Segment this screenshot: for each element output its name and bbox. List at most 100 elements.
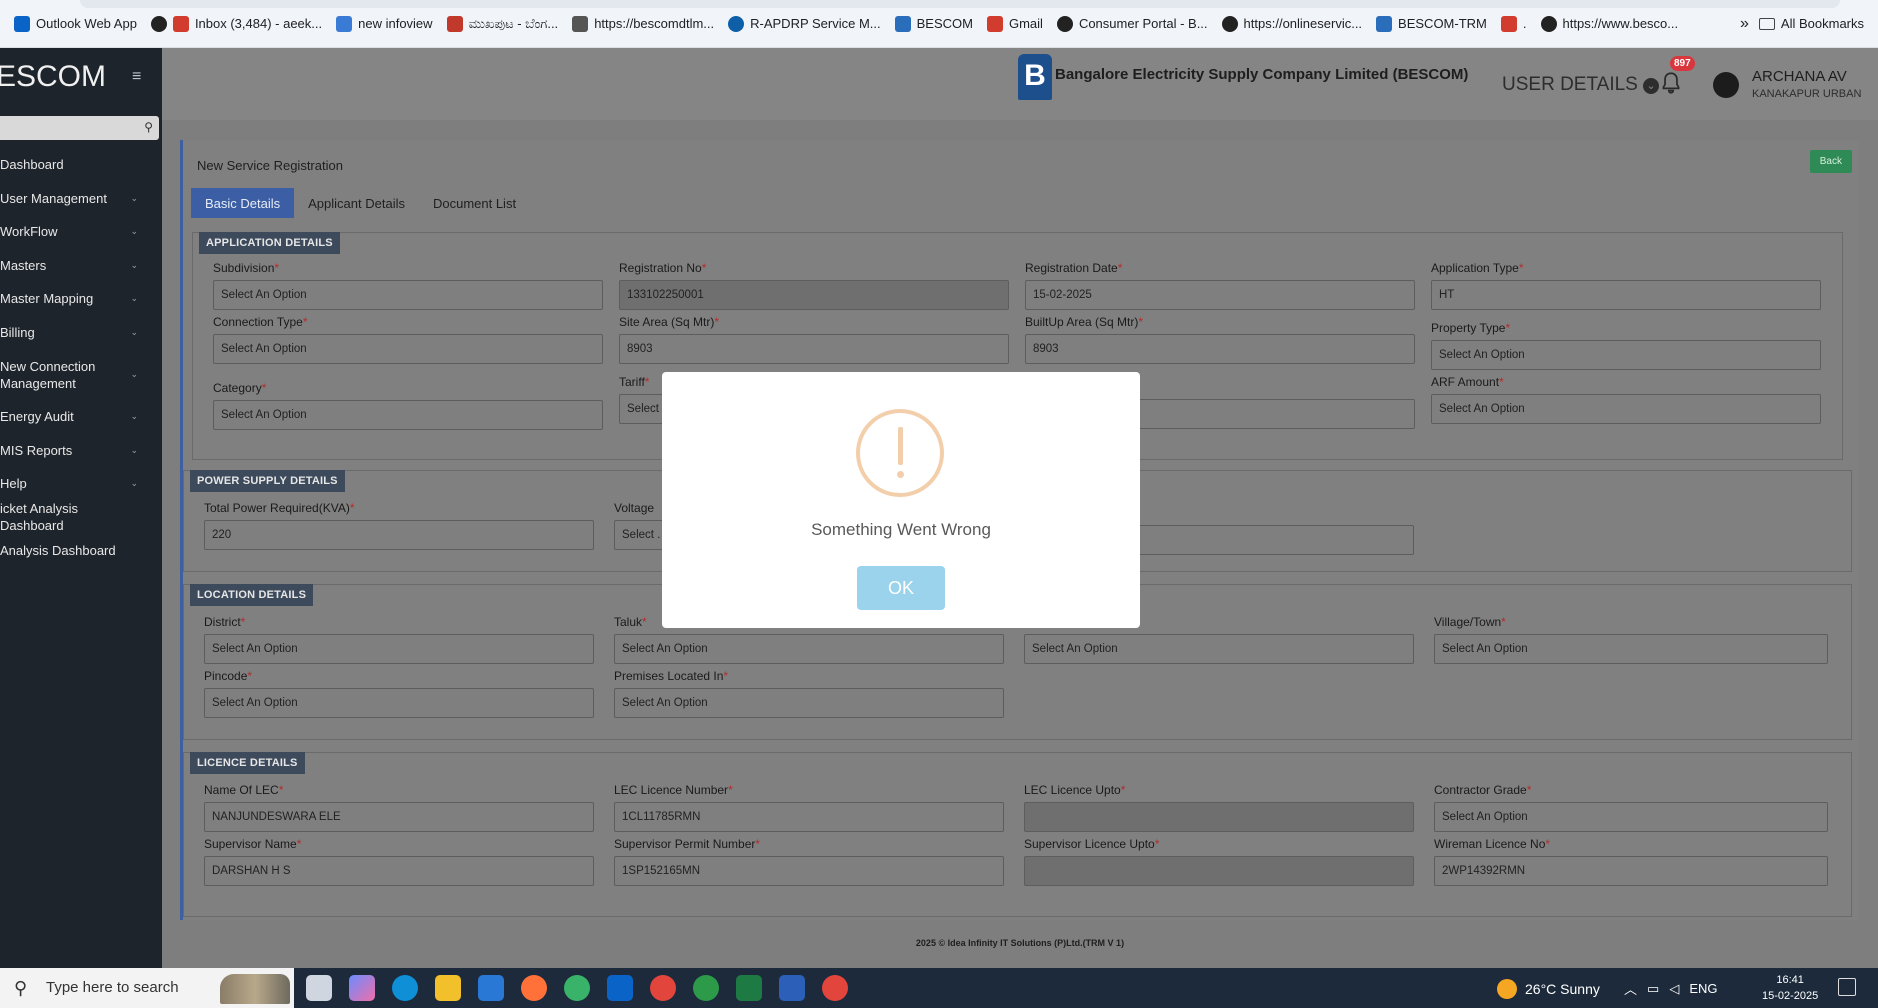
sidebar-item-analysis-dashboard[interactable]: Analysis Dashboard [0, 534, 162, 568]
taskbar-search[interactable]: ⚲ Type here to search [0, 968, 294, 1008]
chevron-down-icon: ⌄ [130, 444, 138, 455]
search-icon[interactable]: ⚲ [144, 120, 153, 134]
chrome-profile-icon[interactable] [693, 975, 719, 1001]
bookmark-bescom[interactable]: BESCOM [894, 15, 973, 32]
firefox-icon[interactable] [521, 975, 547, 1001]
gmail-icon [1500, 15, 1517, 32]
sidebar-item-master-mapping[interactable]: Master Mapping ⌄ [0, 282, 162, 316]
word-icon[interactable] [779, 975, 805, 1001]
district-select[interactable]: Select An Option [204, 634, 594, 664]
weather-widget[interactable]: 26°C Sunny [1497, 979, 1600, 999]
gmail-icon [986, 15, 1003, 32]
bookmark-bescom-trm[interactable]: BESCOM-TRM [1376, 15, 1487, 32]
bookmark-bescom-www[interactable]: https://www.besco... [1540, 15, 1678, 32]
bookmark-consumer-portal[interactable]: Consumer Portal - B... [1056, 15, 1208, 32]
sidebar: ESCOM ≡ ⚲ Dashboard User Management ⌄ Wor… [0, 48, 162, 968]
chevron-circle-icon: ⌄ [1643, 78, 1660, 94]
arf-amount-select[interactable]: Select An Option [1431, 394, 1821, 424]
tab-basic-details[interactable]: Basic Details [191, 188, 295, 218]
field-label: District [204, 615, 241, 629]
wireman-licence-input[interactable]: 2WP14392RMN [1434, 856, 1828, 886]
bookmark-onlineservices[interactable]: https://onlineservic... [1221, 15, 1362, 32]
bell-icon[interactable] [1658, 70, 1684, 96]
property-type-select[interactable]: Select An Option [1431, 340, 1821, 370]
subdivision-select[interactable]: Select An Option [213, 280, 603, 310]
bookmark-gmail[interactable]: Gmail [986, 15, 1043, 32]
outlook-icon[interactable] [607, 975, 633, 1001]
builtup-area-input[interactable]: 8903 [1025, 334, 1415, 364]
copilot-icon[interactable] [349, 975, 375, 1001]
field-label: Registration No [619, 261, 702, 275]
user-details-dropdown[interactable]: USER DETAILS ⌄ [1502, 74, 1660, 96]
sidebar-item-new-connection[interactable]: New Connection Management ⌄ [0, 349, 162, 400]
folder-icon [1758, 17, 1775, 30]
registration-date-field: Registration Date* 15-02-2025 [1025, 261, 1415, 310]
contractor-grade-select[interactable]: Select An Option [1434, 802, 1828, 832]
task-view-icon[interactable] [306, 975, 332, 1001]
ok-button[interactable]: OK [857, 566, 945, 610]
lec-name-input[interactable]: NANJUNDESWARA ELE [204, 802, 594, 832]
site-area-input[interactable]: 8903 [619, 334, 1009, 364]
section-label: LICENCE DETAILS [190, 752, 305, 774]
more-bookmarks-button[interactable]: » [1740, 15, 1749, 33]
supervisor-permit-input[interactable]: 1SP152165MN [614, 856, 1004, 886]
village-select[interactable]: Select An Option [1434, 634, 1828, 664]
bookmark-bescomdtlm[interactable]: https://bescomdtlm... [572, 15, 714, 32]
edge-icon[interactable] [392, 975, 418, 1001]
sidebar-item-label: Energy Audit [0, 409, 74, 425]
sidebar-item-masters[interactable]: Masters ⌄ [0, 249, 162, 283]
sidebar-item-user-management[interactable]: User Management ⌄ [0, 182, 162, 216]
sidebar-item-ticket-analysis[interactable]: icket Analysis Dashboard [0, 501, 162, 535]
chevron-up-icon[interactable]: ︿ [1624, 979, 1637, 998]
field-label: Total Power Required(KVA) [204, 501, 350, 515]
chrome-active-icon[interactable] [822, 975, 848, 1001]
tab-applicant-details[interactable]: Applicant Details [294, 188, 419, 218]
field-label: Contractor Grade [1434, 783, 1527, 797]
file-explorer-icon[interactable] [435, 975, 461, 1001]
premises-select[interactable]: Select An Option [614, 688, 1004, 718]
address-bar-edge [80, 0, 1840, 8]
network-icon[interactable]: ▭ [1647, 981, 1659, 997]
avatar[interactable] [1713, 72, 1739, 98]
registration-date-input[interactable]: 15-02-2025 [1025, 280, 1415, 310]
clock[interactable]: 16:41 15-02-2025 [1762, 972, 1818, 1004]
bookmark-inbox[interactable]: Inbox (3,484) - aeek... [150, 15, 322, 32]
application-type-select[interactable]: HT [1431, 280, 1821, 310]
pincode-select[interactable]: Select An Option [204, 688, 594, 718]
globe-icon[interactable] [564, 975, 590, 1001]
bookmark-mukhaputa[interactable]: ಮುಖಪುಟ - ಬೆಂಗ... [446, 15, 558, 32]
bookmark-gmail-2[interactable]: . [1500, 15, 1527, 32]
back-button[interactable]: Back [1809, 150, 1852, 173]
field-label: Supervisor Licence Upto [1024, 837, 1155, 851]
bookmark-infoview[interactable]: new infoview [336, 15, 433, 32]
location-select-3[interactable]: Select An Option [1024, 634, 1414, 664]
sidebar-item-mis-reports[interactable]: MIS Reports ⌄ [0, 434, 162, 468]
sidebar-search-input[interactable]: ⚲ [0, 116, 159, 140]
bookmark-rapdrp[interactable]: R-APDRP Service M... [728, 15, 881, 32]
total-power-input[interactable]: 220 [204, 520, 594, 550]
sidebar-item-energy-audit[interactable]: Energy Audit ⌄ [0, 400, 162, 434]
connection-type-select[interactable]: Select An Option [213, 334, 603, 364]
bookmark-outlook[interactable]: Outlook Web App [14, 15, 137, 32]
supervisor-name-input[interactable]: DARSHAN H S [204, 856, 594, 886]
store-icon[interactable] [478, 975, 504, 1001]
language-indicator[interactable]: ENG [1689, 981, 1717, 996]
taluk-select[interactable]: Select An Option [614, 634, 1004, 664]
sidebar-item-label: WorkFlow [0, 224, 58, 240]
category-select[interactable]: Select An Option [213, 400, 603, 430]
field-label: Site Area (Sq Mtr) [619, 315, 715, 329]
sidebar-item-help[interactable]: Help ⌄ [0, 467, 162, 501]
notification-center-icon[interactable] [1838, 978, 1856, 996]
sidebar-item-workflow[interactable]: WorkFlow ⌄ [0, 215, 162, 249]
hamburger-menu-icon[interactable]: ≡ [132, 68, 141, 86]
sidebar-item-dashboard[interactable]: Dashboard [0, 148, 162, 182]
excel-icon[interactable] [736, 975, 762, 1001]
site-area-field: Site Area (Sq Mtr)* 8903 [619, 315, 1009, 364]
weather-text: 26°C Sunny [1525, 981, 1600, 997]
sidebar-item-billing[interactable]: Billing ⌄ [0, 316, 162, 350]
tab-document-list[interactable]: Document List [419, 188, 530, 218]
lec-licence-number-input[interactable]: 1CL11785RMN [614, 802, 1004, 832]
speaker-icon[interactable]: ◁ [1669, 981, 1679, 997]
chrome-icon[interactable] [650, 975, 676, 1001]
all-bookmarks-button[interactable]: All Bookmarks [1758, 16, 1864, 31]
